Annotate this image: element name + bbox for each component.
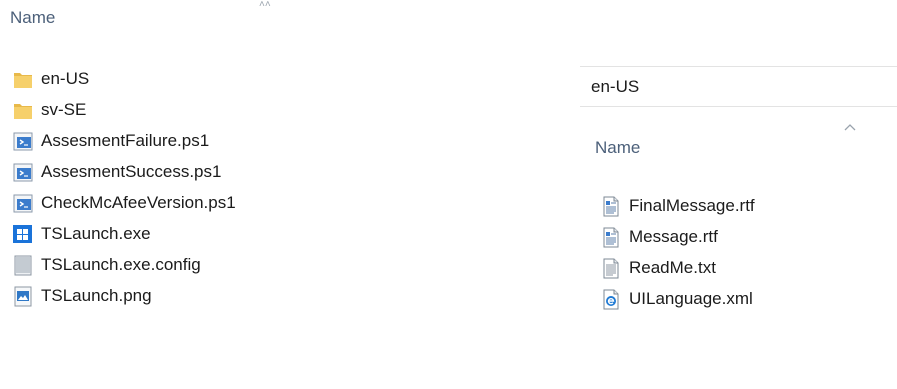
left-file-list: en-US sv-SE AssesmentFailure.ps1 Assesme…: [12, 63, 236, 311]
list-item[interactable]: TSLaunch.exe: [12, 218, 236, 249]
list-item-label: UILanguage.xml: [629, 288, 753, 308]
folder-icon: [12, 68, 34, 90]
right-file-pane: en-US Name FinalMessage.rtf Message.rtf …: [580, 66, 897, 389]
list-item-label: en-US: [41, 68, 90, 88]
list-item-label: TSLaunch.exe: [41, 223, 151, 243]
sort-indicator-icon: ˄˄: [259, 0, 271, 10]
name-column-header[interactable]: Name: [595, 138, 640, 158]
powershell-script-icon: [12, 161, 34, 183]
powershell-script-icon: [12, 192, 34, 214]
file-explorer-view: ˄˄ Name en-US sv-SE AssesmentFailure.ps1…: [0, 0, 897, 389]
list-item[interactable]: TSLaunch.exe.config: [12, 249, 236, 280]
powershell-script-icon: [12, 130, 34, 152]
image-file-icon: [12, 285, 34, 307]
list-item-label: AssesmentSuccess.ps1: [41, 161, 222, 181]
list-item[interactable]: Message.rtf: [600, 221, 755, 252]
list-item[interactable]: CheckMcAfeeVersion.ps1: [12, 187, 236, 218]
list-item[interactable]: sv-SE: [12, 94, 236, 125]
name-column-header[interactable]: Name: [10, 8, 55, 28]
list-item[interactable]: FinalMessage.rtf: [600, 190, 755, 221]
folder-icon: [12, 99, 34, 121]
sort-ascending-chevron-icon[interactable]: [843, 122, 857, 132]
list-item-label: Message.rtf: [629, 226, 718, 246]
rich-text-document-icon: [600, 195, 622, 217]
config-file-icon: [12, 254, 34, 276]
list-item-label: CheckMcAfeeVersion.ps1: [41, 192, 236, 212]
list-item-label: TSLaunch.png: [41, 285, 152, 305]
windows-exe-icon: [12, 223, 34, 245]
left-file-pane: ˄˄ Name en-US sv-SE AssesmentFailure.ps1…: [0, 0, 560, 389]
list-item[interactable]: TSLaunch.png: [12, 280, 236, 311]
list-item[interactable]: AssesmentFailure.ps1: [12, 125, 236, 156]
list-item[interactable]: en-US: [12, 63, 236, 94]
text-file-icon: [600, 257, 622, 279]
list-item-label: TSLaunch.exe.config: [41, 254, 201, 274]
folder-title: en-US: [580, 66, 897, 107]
list-item[interactable]: AssesmentSuccess.ps1: [12, 156, 236, 187]
list-item-label: AssesmentFailure.ps1: [41, 130, 210, 150]
list-item[interactable]: ReadMe.txt: [600, 252, 755, 283]
list-item[interactable]: UILanguage.xml: [600, 283, 755, 314]
list-item-label: ReadMe.txt: [629, 257, 716, 277]
list-item-label: sv-SE: [41, 99, 87, 119]
list-item-label: FinalMessage.rtf: [629, 195, 755, 215]
rich-text-document-icon: [600, 226, 622, 248]
xml-browser-file-icon: [600, 288, 622, 310]
right-file-list: FinalMessage.rtf Message.rtf ReadMe.txt …: [600, 190, 755, 314]
